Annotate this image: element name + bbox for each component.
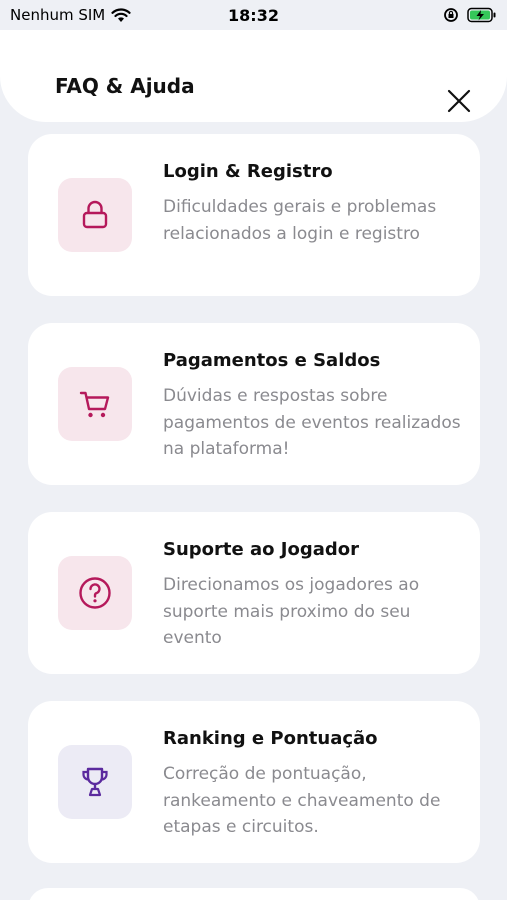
card-description: Correção de pontuação, rankeamento e cha… [163, 764, 441, 837]
faq-card-suporte-jogador[interactable]: Suporte ao Jogador Direcionamos os jogad… [28, 512, 480, 674]
status-right [443, 7, 497, 23]
close-button[interactable] [444, 86, 474, 116]
header: FAQ & Ajuda [0, 30, 507, 122]
card-title: Login & Registro [163, 161, 333, 182]
card-icon-box [58, 745, 132, 819]
card-title: Pagamentos e Saldos [163, 350, 381, 371]
faq-card-ranking-pontuacao[interactable]: Ranking e Pontuação Correção de pontuaçã… [28, 701, 480, 863]
card-icon-box [58, 367, 132, 441]
orientation-lock-icon [444, 8, 458, 22]
card-title: Suporte ao Jogador [163, 539, 359, 560]
card-icon-box [58, 556, 132, 630]
close-icon [447, 89, 471, 113]
card-description: Direcionamos os jogadores ao suporte mai… [163, 575, 420, 648]
card-description: Dúvidas e respostas sobre pagamentos de … [163, 386, 461, 459]
cart-icon [79, 391, 110, 418]
card-description: Dificuldades gerais e problemas relacion… [163, 197, 437, 244]
trophy-icon [82, 767, 108, 797]
card-title: Ranking e Pontuação [163, 728, 378, 749]
wifi-icon [111, 7, 131, 22]
status-left: Nenhum SIM [10, 6, 131, 24]
card-icon-box [58, 178, 132, 252]
lock-icon [82, 200, 108, 229]
faq-card-partial[interactable] [28, 888, 480, 900]
battery-charging-icon [467, 7, 496, 23]
status-bar: Nenhum SIM 18:32 [0, 0, 507, 30]
status-time: 18:32 [228, 5, 279, 25]
faq-card-login-registro[interactable]: Login & Registro Dificuldades gerais e p… [28, 134, 480, 296]
page-title: FAQ & Ajuda [55, 74, 195, 98]
help-circle-icon [79, 577, 111, 609]
faq-card-pagamentos-saldos[interactable]: Pagamentos e Saldos Dúvidas e respostas … [28, 323, 480, 485]
carrier-label: Nenhum SIM [10, 6, 106, 24]
